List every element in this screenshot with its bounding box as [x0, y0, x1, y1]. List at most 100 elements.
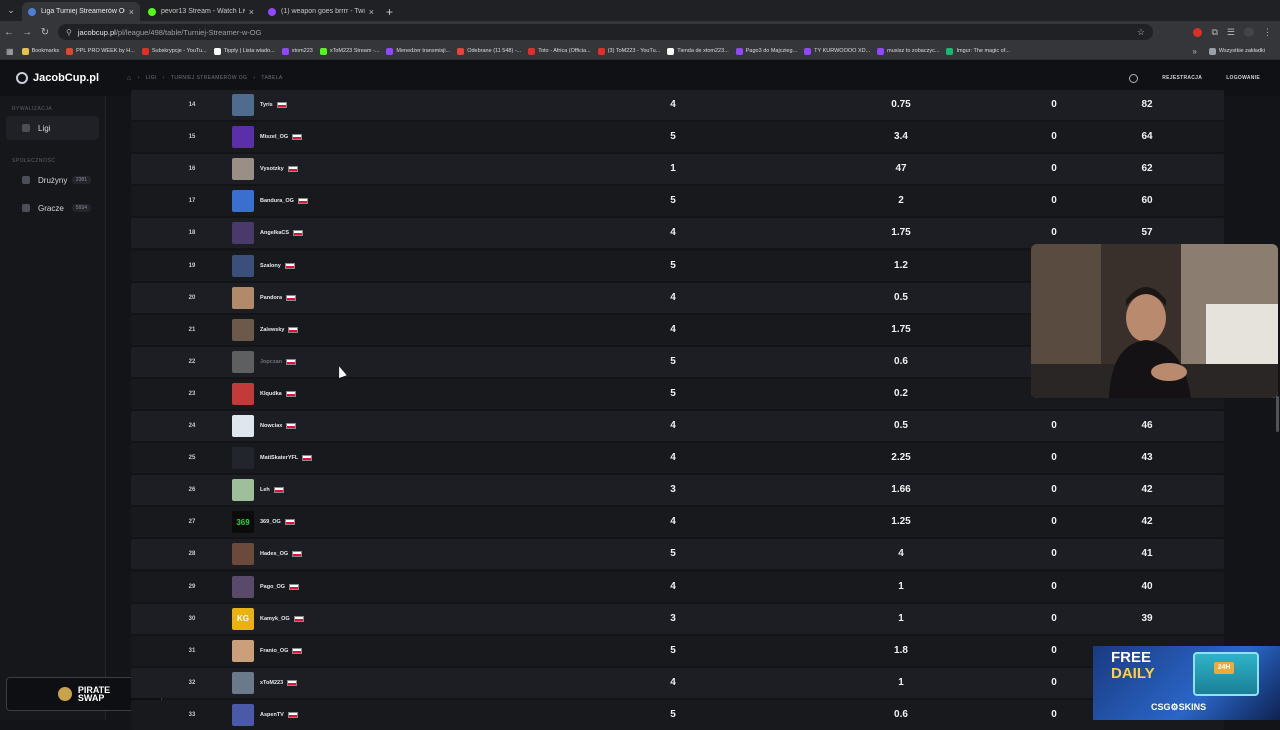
site-logo[interactable]: JacobCup.pl: [16, 72, 99, 84]
table-row[interactable]: 26 Leh 3 1.66 0 42: [131, 475, 1224, 506]
bookmark-item[interactable]: xToM223 Stream -...: [319, 47, 379, 55]
table-row[interactable]: 25 MatiSkaterYFL 4 2.25 0 43: [131, 443, 1224, 474]
bookmark-item[interactable]: Subskrypcje - YouTu...: [141, 47, 207, 55]
bookmark-item[interactable]: Imgur: The magic of...: [946, 47, 1010, 55]
tab-close-icon[interactable]: ×: [249, 7, 254, 17]
page-scrollbar[interactable]: [1276, 396, 1279, 432]
player-name[interactable]: Kamyk_OG: [260, 616, 290, 622]
player-cell[interactable]: Miszel_OG: [232, 125, 303, 149]
browser-tab[interactable]: (1) weapon goes brrrr - Twitch ×: [262, 2, 380, 21]
player-cell[interactable]: AngelkaCS: [232, 221, 304, 245]
browser-menu-icon[interactable]: ⋮: [1263, 27, 1272, 38]
more-bookmarks-icon[interactable]: »: [1192, 47, 1196, 56]
bookmark-item[interactable]: Bookmarks: [21, 47, 59, 55]
bookmark-item[interactable]: PPL PRO WEEK by H...: [66, 47, 135, 55]
bookmark-item[interactable]: Tipply | Lista wiado...: [213, 47, 275, 55]
player-name[interactable]: Franio_OG: [260, 648, 288, 654]
reload-icon[interactable]: ↻: [36, 27, 54, 38]
player-name[interactable]: Leh: [260, 487, 270, 493]
player-cell[interactable]: KG Kamyk_OG: [232, 607, 304, 631]
player-cell[interactable]: Szalony: [232, 254, 295, 278]
bookmark-item[interactable]: musisz to zobaczyc...: [877, 47, 939, 55]
browser-tab[interactable]: Liga Turniej Streamerów OG - J ×: [22, 2, 140, 21]
player-cell[interactable]: Jopczan: [232, 350, 297, 374]
home-icon[interactable]: ⌂: [127, 75, 132, 82]
player-cell[interactable]: Hades_OG: [232, 542, 303, 566]
player-cell[interactable]: xToM223: [232, 671, 298, 695]
player-name[interactable]: MatiSkaterYFL: [260, 455, 298, 461]
apps-grid-icon[interactable]: ▦: [6, 47, 14, 56]
tab-close-icon[interactable]: ×: [369, 7, 374, 17]
site-info-icon[interactable]: ⚲: [66, 28, 72, 37]
player-name[interactable]: Miszel_OG: [260, 134, 288, 140]
table-row[interactable]: 24 Nowciax 4 0.5 0 46: [131, 411, 1224, 441]
bookmark-item[interactable]: Toto - Africa (Officia...: [528, 47, 591, 55]
bookmark-star-icon[interactable]: ☆: [1137, 27, 1145, 38]
extensions-puzzle-icon[interactable]: ⧉: [1211, 27, 1217, 38]
player-cell[interactable]: Pandora: [232, 286, 297, 310]
player-name[interactable]: Pago_OG: [260, 584, 285, 590]
player-cell[interactable]: Tyris: [232, 93, 287, 117]
table-row[interactable]: 32 xToM223 4 1 0: [131, 667, 1224, 698]
table-row[interactable]: 17 Bandura_OG 5 2 0 60: [131, 186, 1224, 217]
table-row[interactable]: 33 AspenTV 5 0.6 0: [131, 699, 1224, 730]
player-name[interactable]: AspenTV: [260, 712, 284, 718]
player-name[interactable]: Bandura_OG: [260, 198, 294, 204]
table-row[interactable]: 15 Miszel_OG 5 3.4 0 64: [131, 122, 1224, 153]
player-cell[interactable]: MatiSkaterYFL: [232, 446, 313, 470]
player-cell[interactable]: Franio_OG: [232, 639, 303, 663]
back-icon[interactable]: ←: [0, 27, 18, 38]
profile-avatar[interactable]: [1244, 27, 1254, 37]
language-globe-icon[interactable]: [1129, 73, 1139, 83]
player-name[interactable]: 369_OG: [260, 519, 281, 525]
player-name[interactable]: xToM223: [260, 680, 283, 686]
player-cell[interactable]: 369 369_OG: [232, 510, 295, 534]
address-bar[interactable]: ⚲ jacobcup.pl/pl/league/498/table/Turnie…: [58, 24, 1153, 40]
bookmark-item[interactable]: (3) ToM223 - YouTu...: [597, 47, 660, 55]
all-bookmarks-folder[interactable]: Wszystkie zakładki: [1208, 47, 1265, 55]
player-name[interactable]: Tyris: [260, 102, 273, 108]
table-row[interactable]: 28 Hades_OG 5 4 0 41: [131, 539, 1224, 570]
tab-close-icon[interactable]: ×: [129, 7, 134, 17]
bookmark-item[interactable]: Pago3 do Majczieg...: [735, 47, 797, 55]
player-name[interactable]: Zalewsky: [260, 327, 284, 333]
player-cell[interactable]: Leh: [232, 478, 284, 502]
bookmark-item[interactable]: Menedżer transmisji...: [386, 47, 450, 55]
bookmark-item[interactable]: TY KURWOOOO XD...: [804, 47, 870, 55]
player-name[interactable]: Klqudka: [260, 391, 282, 397]
player-name[interactable]: Nowciax: [260, 423, 282, 429]
register-link[interactable]: REJESTRACJA: [1162, 75, 1202, 81]
browser-tab[interactable]: pevor13 Stream - Watch Live o ×: [142, 2, 260, 21]
forward-icon[interactable]: →: [18, 27, 36, 38]
bookmark-item[interactable]: Odebrane (11 548) -...: [457, 47, 521, 55]
player-name[interactable]: Pandora: [260, 295, 282, 301]
table-row[interactable]: 14 Tyris 4 0.75 0 82: [131, 90, 1224, 120]
player-cell[interactable]: Zalewsky: [232, 318, 299, 342]
new-tab-button[interactable]: +: [386, 2, 393, 21]
player-name[interactable]: Hades_OG: [260, 551, 288, 557]
player-cell[interactable]: Pago_OG: [232, 575, 300, 599]
player-name[interactable]: Vysotzky: [260, 166, 284, 172]
login-link[interactable]: LOGOWANIE: [1226, 75, 1260, 81]
table-row[interactable]: 16 Vysotzky 1 47 0 62: [131, 154, 1224, 185]
sidebar-item-ligi[interactable]: Ligi: [6, 116, 99, 140]
table-row[interactable]: 29 Pago_OG 4 1 0 40: [131, 571, 1224, 602]
table-row[interactable]: 27 369 369_OG 4 1.25 0 42: [131, 507, 1224, 538]
player-name[interactable]: Szalony: [260, 263, 281, 269]
player-cell[interactable]: AspenTV: [232, 703, 298, 727]
table-row[interactable]: 31 Franio_OG 5 1.8 0: [131, 635, 1224, 666]
sidebar-item-gracze[interactable]: Gracze 5934: [6, 196, 99, 220]
table-row[interactable]: 30 KG Kamyk_OG 3 1 0 39: [131, 603, 1224, 634]
player-name[interactable]: AngelkaCS: [260, 230, 289, 236]
sidebar-item-druzyny[interactable]: Drużyny 2381: [6, 168, 99, 192]
player-cell[interactable]: Bandura_OG: [232, 189, 308, 213]
media-icon[interactable]: ☰: [1227, 27, 1235, 38]
player-cell[interactable]: Vysotzky: [232, 157, 298, 181]
csgoskins-ad[interactable]: FREE DAILY 24H CSG⚙SKINS: [1093, 646, 1280, 720]
player-name[interactable]: Jopczan: [260, 359, 282, 365]
breadcrumb-ligi[interactable]: LIGI: [146, 75, 157, 81]
player-cell[interactable]: Klqudka: [232, 382, 296, 406]
breadcrumb-league[interactable]: TURNIEJ STREAMERÓW OG: [171, 75, 247, 81]
tab-search-icon[interactable]: ⌄: [0, 0, 22, 21]
bookmark-item[interactable]: Tienda de xtom223...: [667, 47, 729, 55]
